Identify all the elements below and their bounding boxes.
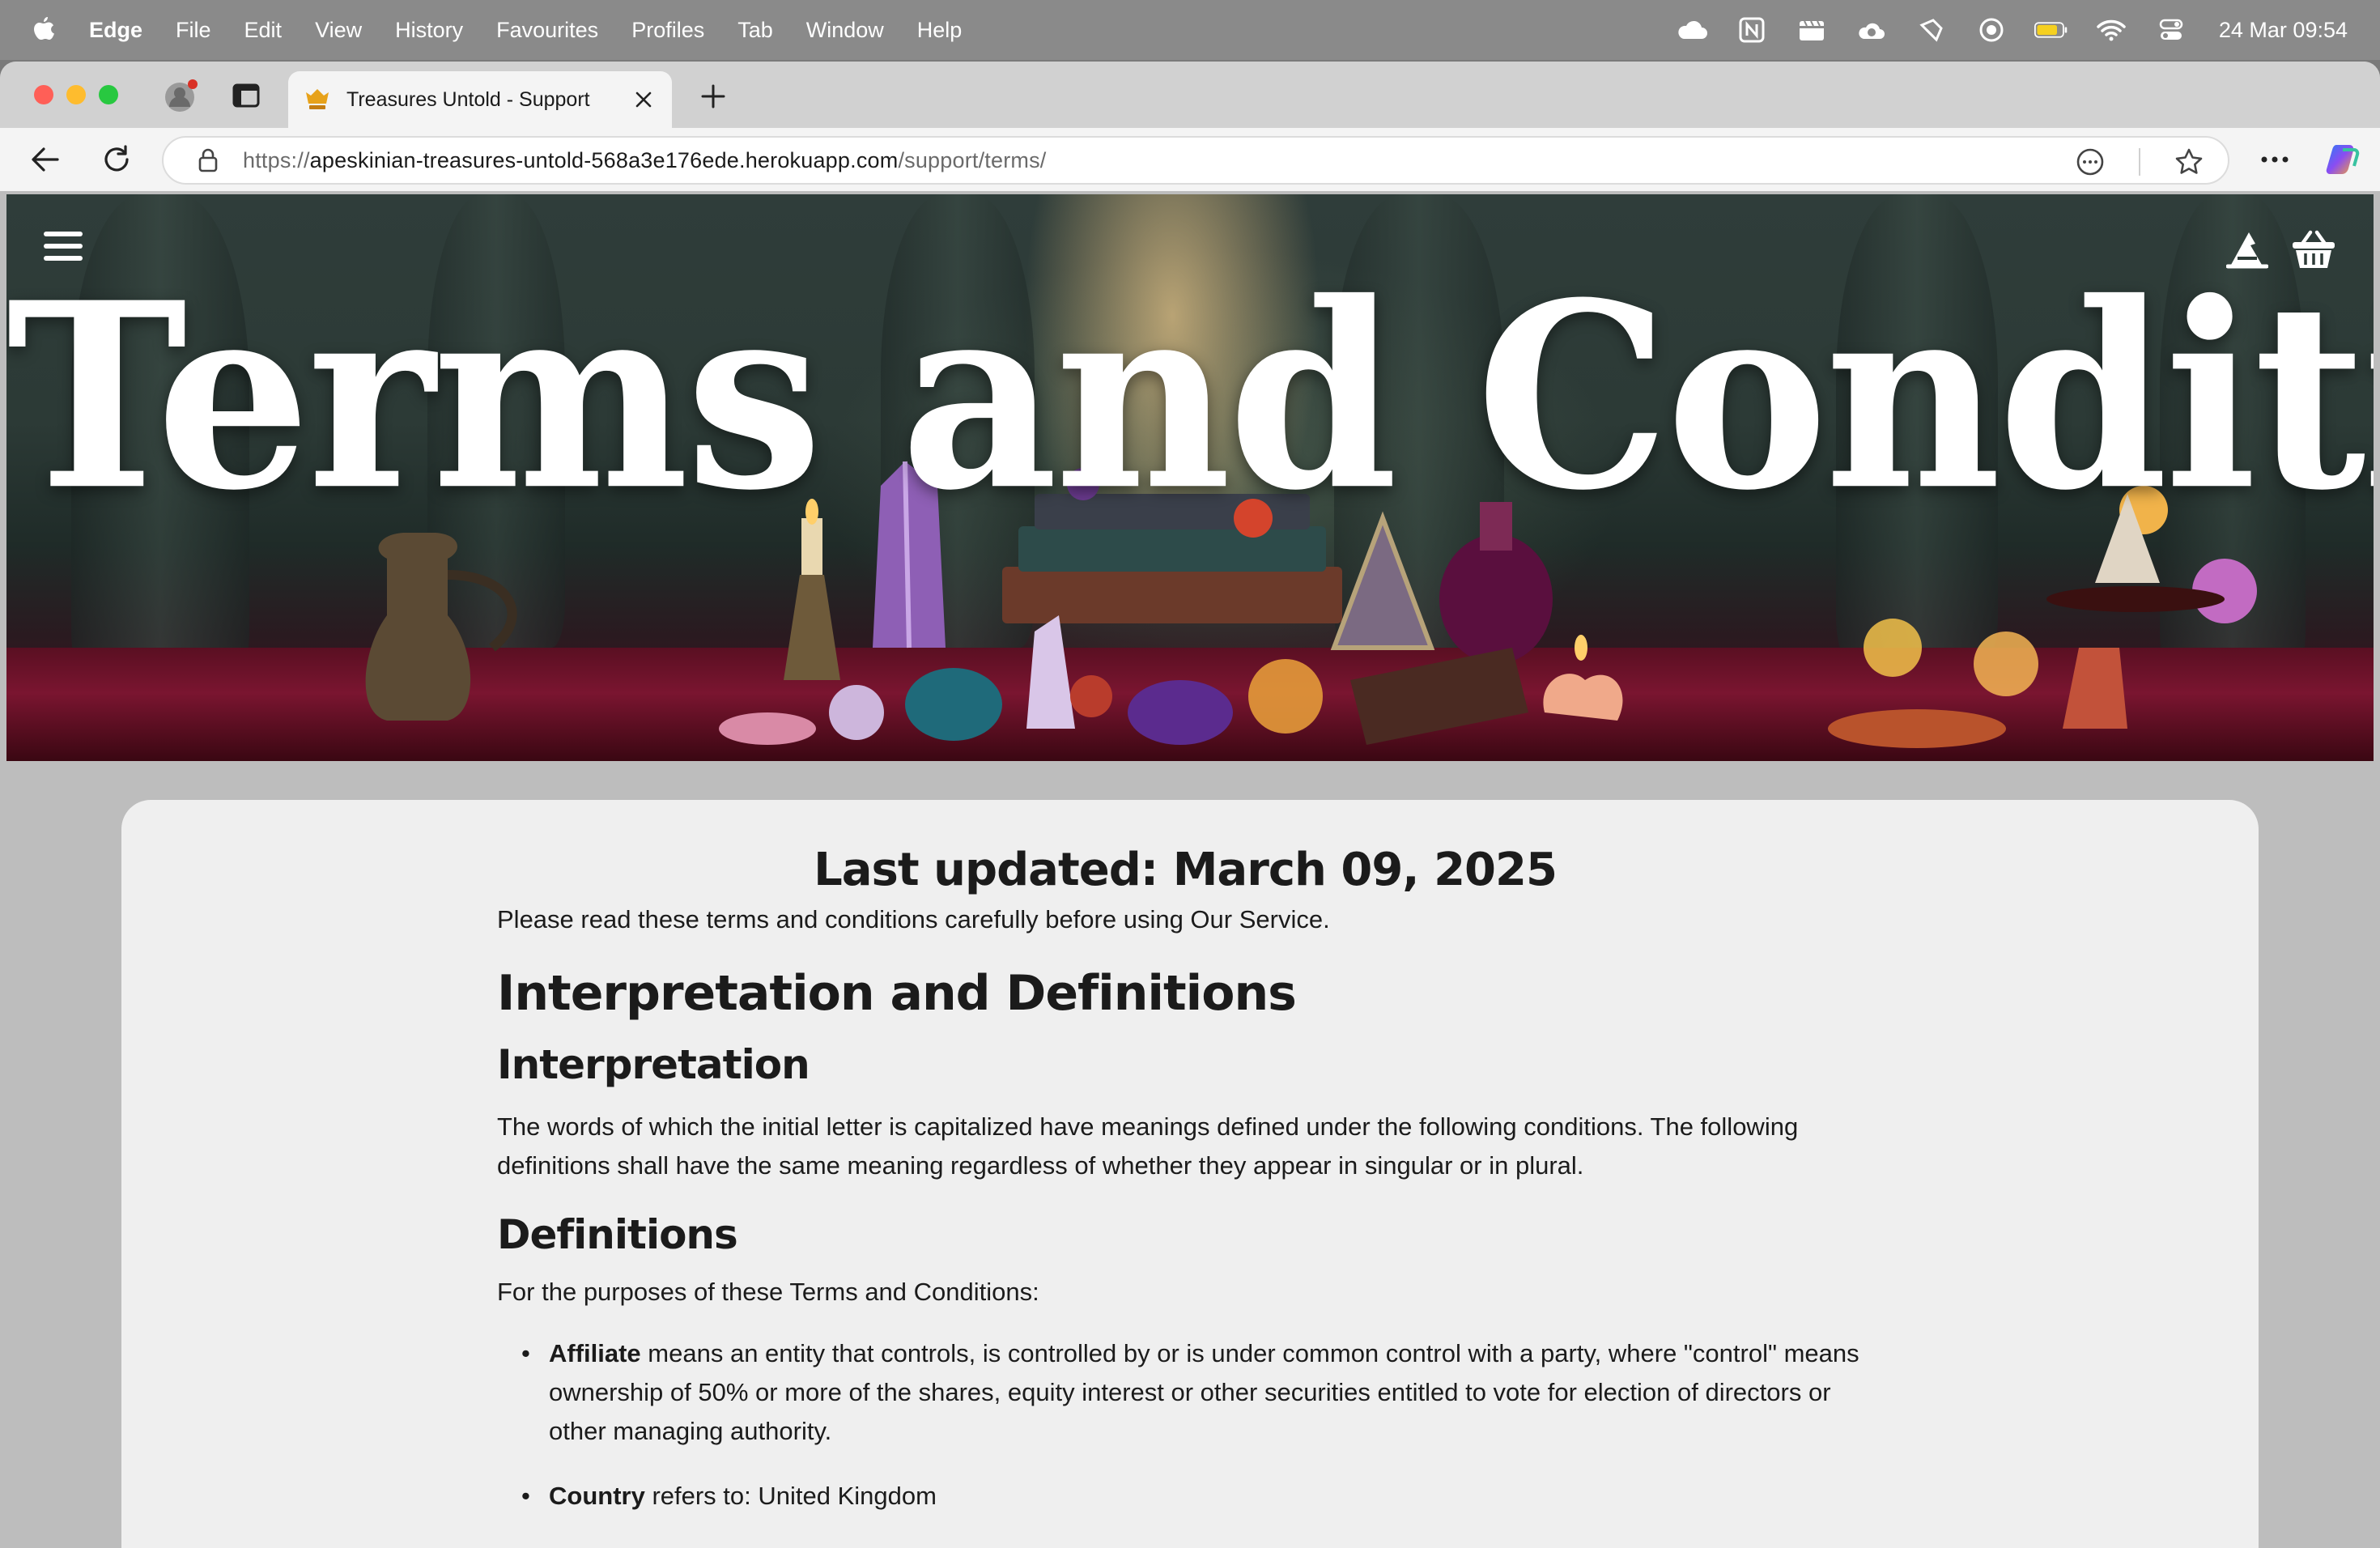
last-updated-heading: Last updated: March 09, 2025 — [814, 844, 1558, 896]
more-dots-icon — [2261, 156, 2289, 163]
tab-actions-button[interactable] — [228, 79, 264, 112]
hamburger-line — [44, 256, 83, 261]
hamburger-line — [44, 244, 83, 249]
menu-help[interactable]: Help — [917, 18, 963, 43]
record-icon[interactable] — [1974, 16, 2008, 44]
close-tab-icon[interactable] — [630, 86, 657, 113]
definition-term: Affiliate — [549, 1339, 641, 1367]
address-bar-divider — [2139, 148, 2140, 176]
menu-history[interactable]: History — [395, 18, 463, 43]
back-button[interactable] — [24, 138, 66, 181]
definitions-intro: For the purposes of these Terms and Cond… — [497, 1278, 1039, 1306]
interpretation-definitions-heading: Interpretation and Definitions — [497, 965, 1297, 1022]
menu-window[interactable]: Window — [806, 18, 884, 43]
control-center-icon[interactable] — [2154, 16, 2188, 44]
hamburger-line — [44, 232, 83, 236]
definition-text: refers to: United Kingdom — [644, 1482, 937, 1510]
tab-title: Treasures Untold - Support — [346, 87, 590, 111]
reload-button[interactable] — [96, 138, 138, 181]
read-aloud-icon[interactable] — [2072, 144, 2108, 180]
maximize-window-button[interactable] — [99, 85, 118, 104]
plus-icon — [701, 84, 725, 108]
new-tab-button[interactable] — [695, 78, 732, 115]
web-page: Terms and Conditions Last updated: March… — [6, 194, 2374, 1548]
wifi-icon[interactable] — [2094, 16, 2128, 44]
definitions-list: Affiliate means an entity that controls,… — [521, 1334, 1865, 1542]
tool-icon[interactable] — [1915, 16, 1949, 44]
tab-strip: Treasures Untold - Support — [0, 62, 2380, 128]
copilot-button[interactable] — [2322, 138, 2364, 181]
witch-hat-icon[interactable] — [2225, 227, 2270, 272]
hamburger-menu-icon[interactable] — [44, 232, 83, 264]
definition-item-affiliate: Affiliate means an entity that controls,… — [521, 1334, 1865, 1451]
minimize-window-button[interactable] — [66, 85, 86, 104]
notion-icon[interactable] — [1735, 16, 1769, 44]
url-path: /support/terms/ — [898, 147, 1047, 172]
url-host: apeskinian-treasures-untold-568a3e176ede… — [309, 147, 899, 172]
profile-avatar-icon — [165, 79, 198, 112]
menu-view[interactable]: View — [315, 18, 362, 43]
close-window-button[interactable] — [34, 85, 53, 104]
intro-text: Please read these terms and conditions c… — [497, 905, 1330, 933]
window-controls — [34, 85, 118, 104]
definitions-heading: Definitions — [497, 1211, 738, 1258]
macos-menu-bar: Edge File Edit View History Favourites P… — [0, 0, 2380, 60]
interpretation-heading: Interpretation — [497, 1041, 810, 1088]
interpretation-text: The words of which the initial letter is… — [497, 1112, 1799, 1180]
menu-profiles[interactable]: Profiles — [631, 18, 704, 43]
battery-icon[interactable] — [2034, 16, 2068, 44]
address-bar[interactable]: https://apeskinian-treasures-untold-568a… — [162, 136, 2229, 185]
menu-favourites[interactable]: Favourites — [496, 18, 598, 43]
cloud-drive-icon[interactable] — [1855, 16, 1889, 44]
address-bar-actions — [2072, 144, 2207, 180]
definition-term: Country — [549, 1482, 645, 1510]
terms-card: Last updated: March 09, 2025 Please read… — [121, 800, 2259, 1548]
hero-banner: Terms and Conditions — [6, 194, 2374, 761]
menu-edit[interactable]: Edit — [244, 18, 283, 43]
vertical-tabs-icon — [232, 83, 260, 108]
settings-more-button[interactable] — [2254, 138, 2296, 181]
status-tray: 24 Mar 09:54 — [1675, 16, 2348, 44]
hero-title: Terms and Conditions — [6, 246, 2374, 546]
lock-icon[interactable] — [196, 147, 220, 174]
menu-tab[interactable]: Tab — [737, 18, 773, 43]
menubar-clock[interactable]: 24 Mar 09:54 — [2219, 18, 2348, 43]
back-arrow-icon — [32, 147, 59, 172]
profile-button[interactable] — [159, 78, 204, 113]
cloud-icon[interactable] — [1675, 16, 1709, 44]
definition-item-country: Country refers to: United Kingdom — [521, 1477, 1865, 1516]
clapper-icon[interactable] — [1795, 16, 1829, 44]
refresh-icon — [104, 145, 129, 172]
apple-icon[interactable] — [32, 15, 57, 45]
browser-window: Treasures Untold - Support https://apesk… — [0, 62, 2380, 1548]
favourite-star-icon[interactable] — [2171, 144, 2207, 180]
menu-file[interactable]: File — [176, 18, 211, 43]
site-favicon-icon — [303, 85, 332, 114]
copilot-icon — [2326, 145, 2360, 174]
browser-toolbar: https://apeskinian-treasures-untold-568a… — [0, 128, 2380, 191]
url-text[interactable]: https://apeskinian-treasures-untold-568a… — [243, 148, 1047, 173]
basket-icon[interactable] — [2291, 227, 2336, 272]
definition-text: means an entity that controls, is contro… — [549, 1339, 1859, 1445]
url-scheme: https:// — [243, 147, 310, 172]
menu-app-name[interactable]: Edge — [89, 18, 142, 43]
tab-active[interactable]: Treasures Untold - Support — [288, 71, 672, 128]
